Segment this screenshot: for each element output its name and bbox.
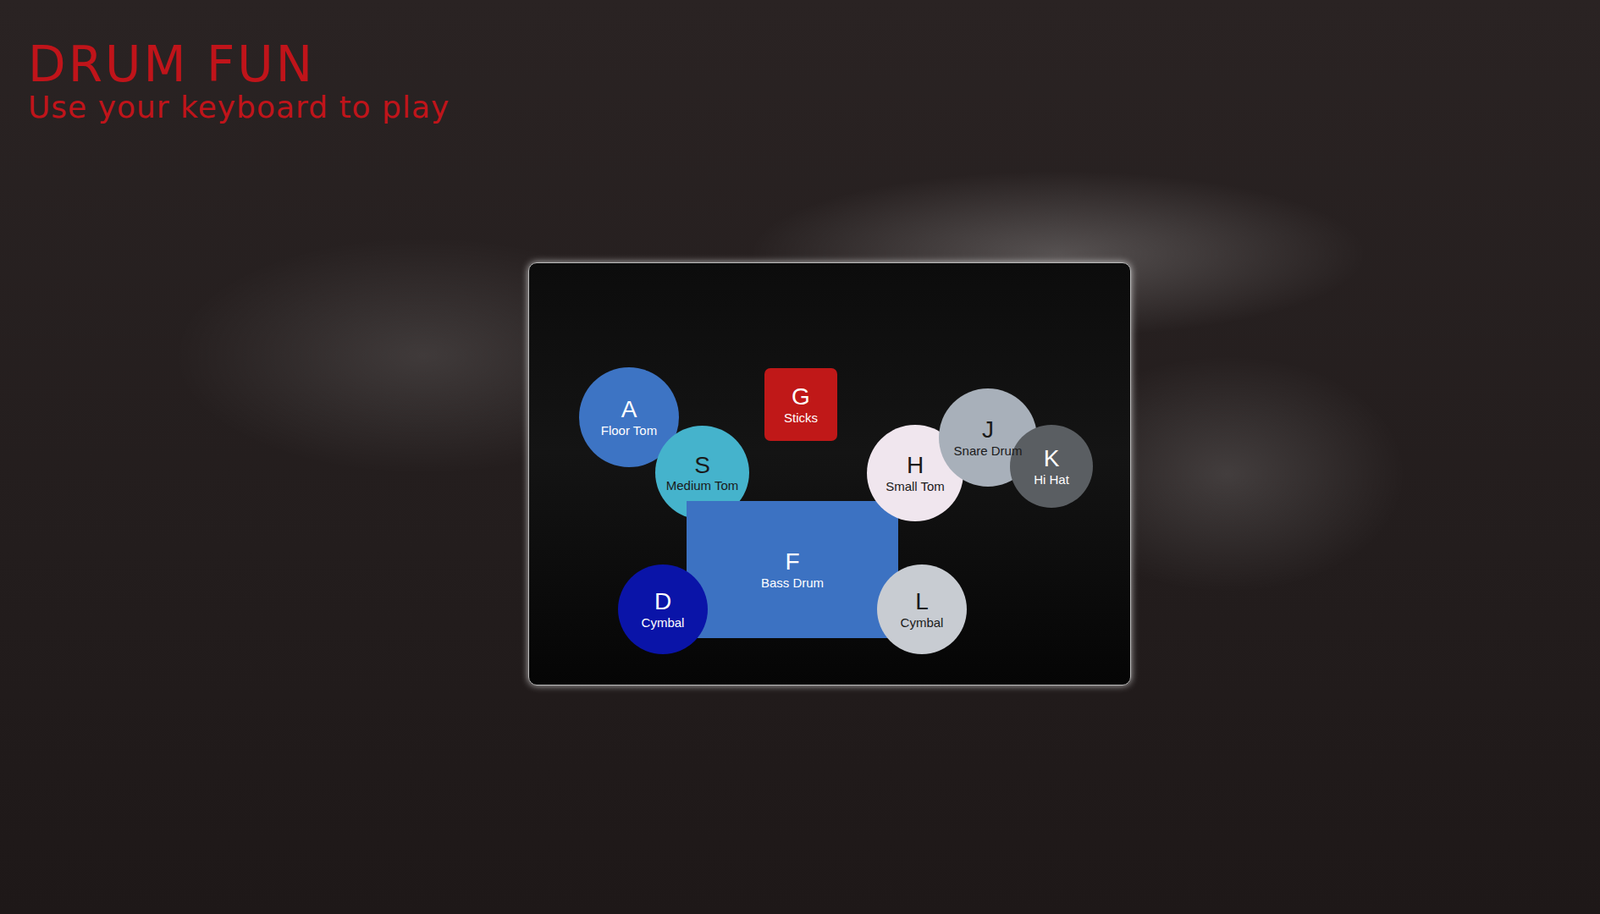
page: DRUM FUNUse your keyboard to play AFloor … [0,0,1600,914]
pad-key: S [694,452,711,480]
drum-pad[interactable]: GSticks [764,368,838,442]
drum-panel: AFloor TomSMedium TomGSticksFBass DrumDC… [528,262,1132,686]
title: DRUM FUN [27,38,1573,91]
pad-key: K [1043,446,1060,473]
pad-key: L [915,589,929,616]
pad-label: Floor Tom [601,423,657,439]
drum-pad[interactable]: DCymbal [617,564,708,655]
pad-key: G [791,384,811,411]
stage: AFloor TomSMedium TomGSticksFBass DrumDC… [0,123,1600,686]
pad-label: Sticks [783,410,818,426]
subtitle: Use your keyboard to play [27,90,1573,125]
pad-key: D [654,589,672,616]
pad-label: Bass Drum [761,575,824,591]
pad-key: A [621,397,638,424]
drum-pad[interactable]: FBass Drum [686,501,899,639]
pad-label: Cymbal [641,615,685,631]
drum-pad[interactable]: KHi Hat [1009,424,1093,508]
pad-key: H [906,452,924,480]
pad-key: J [982,417,994,444]
pad-label: Cymbal [900,615,944,631]
pad-label: Hi Hat [1033,472,1070,488]
pad-label: Snare Drum [954,443,1023,459]
drum-pad[interactable]: LCymbal [877,564,967,655]
pad-key: F [784,549,800,576]
header: DRUM FUNUse your keyboard to play [0,0,1600,124]
pad-label: Medium Tom [666,478,740,494]
pad-label: Small Tom [885,479,945,495]
